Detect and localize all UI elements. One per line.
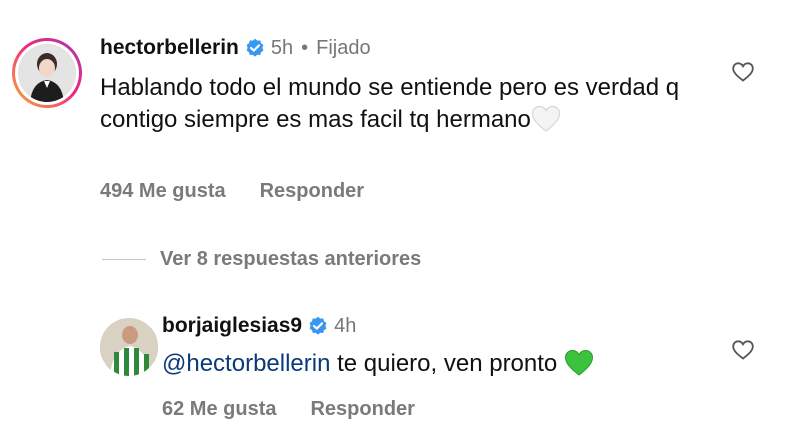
comment-header: borjaiglesias9 4h [162, 314, 356, 338]
divider-line [102, 259, 146, 260]
separator-dot: • [301, 36, 309, 59]
likes-count[interactable]: 62 Me gusta [162, 398, 276, 421]
likes-count[interactable]: 494 Me gusta [100, 180, 226, 203]
view-replies-label[interactable]: Ver 8 respuestas anteriores [160, 248, 421, 271]
pinned-label: Fijado [316, 36, 371, 59]
view-previous-replies[interactable]: Ver 8 respuestas anteriores [102, 248, 421, 271]
timestamp: 5h [270, 36, 294, 59]
comment-body: Hablando todo el mundo se entiende pero … [100, 74, 680, 133]
avatar-portrait [100, 318, 158, 376]
avatar-portrait [18, 44, 76, 102]
story-ring[interactable] [12, 38, 82, 108]
green-heart-icon [564, 349, 593, 376]
like-heart-icon[interactable] [732, 340, 754, 360]
comment-actions: 62 Me gusta Responder [162, 398, 415, 421]
verified-badge-icon [309, 316, 327, 335]
avatar[interactable] [18, 44, 76, 102]
avatar[interactable] [100, 318, 158, 376]
timestamp: 4h [334, 314, 357, 337]
comment-actions: 494 Me gusta Responder [100, 180, 364, 203]
username[interactable]: borjaiglesias9 [162, 314, 302, 338]
comment-body: te quiero, ven pronto [330, 350, 558, 377]
reply-button[interactable]: Responder [260, 180, 364, 203]
username[interactable]: hectorbellerin [100, 36, 239, 60]
reply-button[interactable]: Responder [310, 398, 414, 421]
comment-text: @hectorbellerin te quiero, ven pronto [162, 348, 722, 380]
comment-text: Hablando todo el mundo se entiende pero … [100, 72, 700, 136]
comment-header: hectorbellerin 5h • Fijado [100, 36, 371, 60]
user-mention-link[interactable]: @hectorbellerin [162, 350, 330, 377]
verified-badge-icon [246, 38, 264, 57]
like-heart-icon[interactable] [732, 62, 754, 82]
white-heart-icon [531, 105, 560, 132]
